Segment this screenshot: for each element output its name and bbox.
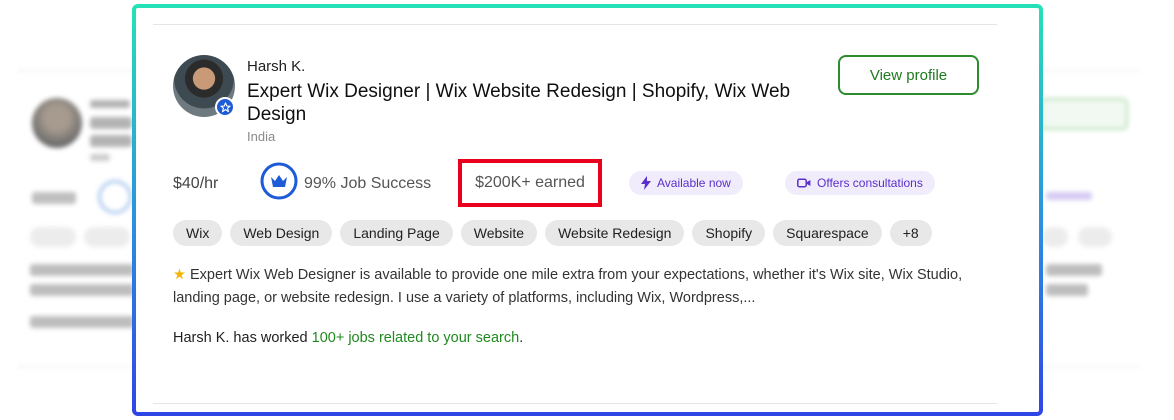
verified-star-icon <box>215 97 235 117</box>
hourly-rate: $40/hr <box>173 175 219 192</box>
lightning-icon <box>641 176 651 190</box>
divider <box>153 403 997 404</box>
video-camera-icon <box>797 178 811 188</box>
stats-row: $40/hr 99% Job Success $200K+ earned Ava… <box>173 159 993 207</box>
worked-suffix: . <box>519 330 524 346</box>
view-profile-button[interactable]: View profile <box>838 55 979 95</box>
star-icon: ★ <box>173 267 186 283</box>
skill-tag[interactable]: +8 <box>889 220 932 246</box>
freelancer-name[interactable]: Harsh K. <box>247 58 305 75</box>
available-now-label: Available now <box>657 176 731 190</box>
freelancer-country: India <box>247 129 276 144</box>
available-now-badge: Available now <box>629 171 743 195</box>
divider <box>153 24 997 25</box>
earned-amount: $200K+ earned <box>458 159 602 207</box>
skill-tag[interactable]: Landing Page <box>340 220 453 246</box>
highlight-frame: Harsh K. Expert Wix Designer | Wix Websi… <box>132 4 1043 416</box>
freelancer-description: ★ Expert Wix Web Designer is available to… <box>173 264 963 310</box>
worked-prefix: Harsh K. has worked <box>173 330 308 346</box>
job-success-label: 99% Job Success <box>304 175 432 192</box>
skill-tag[interactable]: Website <box>460 220 538 246</box>
skill-tag[interactable]: Wix <box>173 220 223 246</box>
background-avatar <box>32 98 82 148</box>
skill-tag[interactable]: Website Redesign <box>545 220 685 246</box>
job-success-crown-icon <box>260 162 298 200</box>
description-text: Expert Wix Web Designer is available to … <box>173 267 963 306</box>
offers-consultations-badge: Offers consultations <box>785 171 935 195</box>
skill-tag[interactable]: Shopify <box>692 220 766 246</box>
skill-tag[interactable]: Web Design <box>230 220 333 246</box>
freelancer-card[interactable]: Harsh K. Expert Wix Designer | Wix Websi… <box>136 8 1039 412</box>
jobs-worked-line: Harsh K. has worked 100+ jobs related to… <box>173 330 523 346</box>
related-jobs-link[interactable]: 100+ jobs related to your search <box>312 330 520 346</box>
skill-tag[interactable]: Squarespace <box>773 220 882 246</box>
skills-list: Wix Web Design Landing Page Website Website … <box>173 220 932 246</box>
offers-consultations-label: Offers consultations <box>817 176 923 190</box>
freelancer-title[interactable]: Expert Wix Designer | Wix Website Redesi… <box>247 80 842 126</box>
avatar[interactable] <box>173 55 235 117</box>
